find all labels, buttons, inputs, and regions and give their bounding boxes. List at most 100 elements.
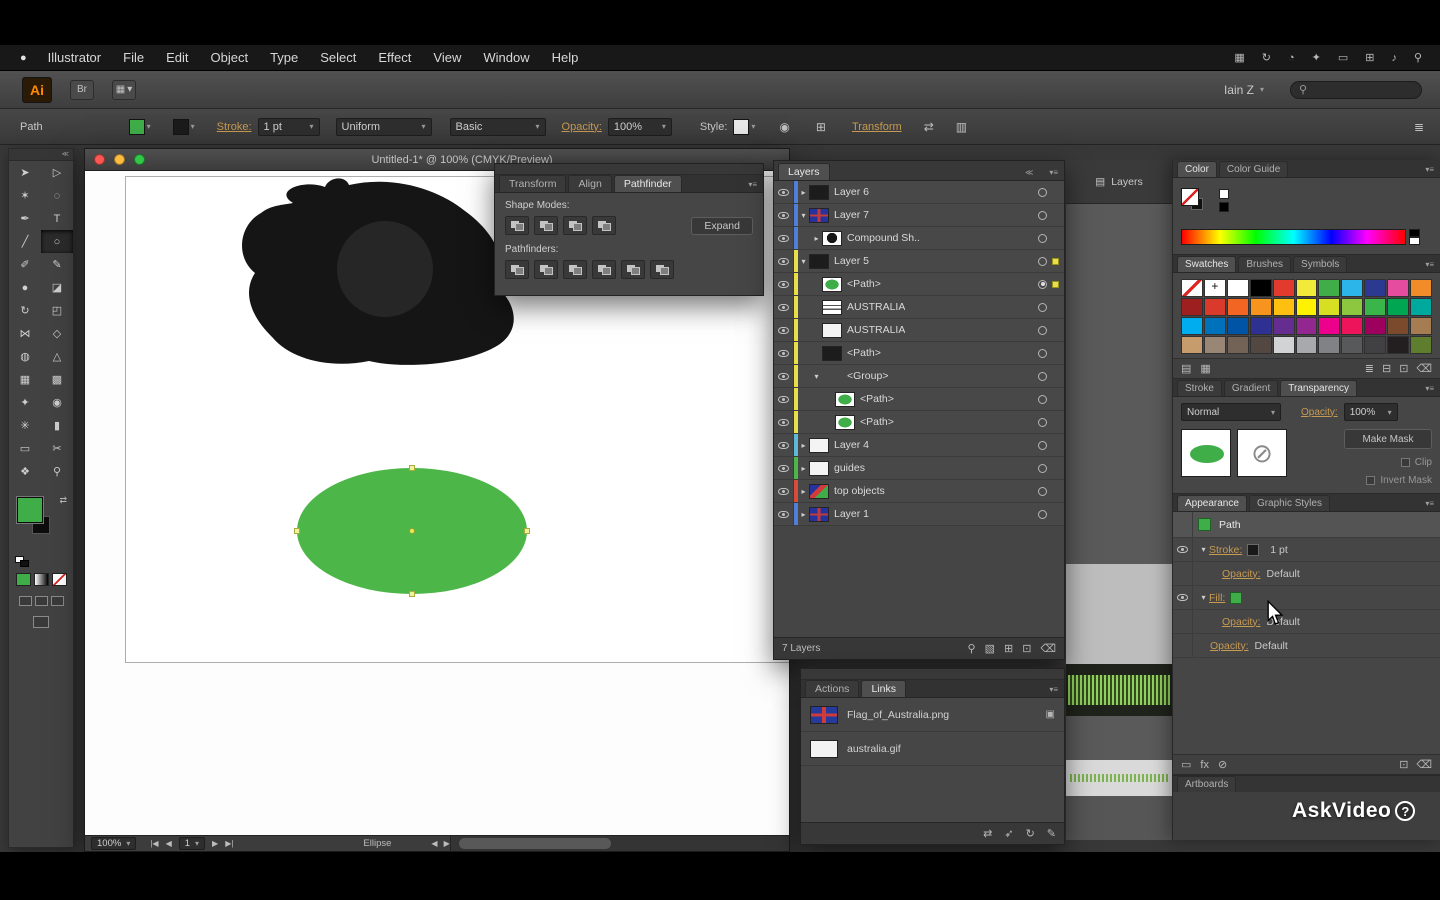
tab-pathfinder[interactable]: Pathfinder	[614, 175, 682, 192]
draw-inside-button[interactable]	[51, 596, 64, 606]
color-mode-button[interactable]	[16, 573, 31, 586]
pen-tool[interactable]: ✒	[9, 207, 41, 230]
add-effect-icon[interactable]: fx	[1200, 759, 1209, 771]
layer-row[interactable]: AUSTRALIA	[774, 296, 1064, 319]
menu-item[interactable]: File	[112, 50, 155, 65]
layer-thumbnail[interactable]	[809, 254, 829, 269]
visibility-toggle[interactable]	[774, 319, 794, 341]
tab-artboards[interactable]: Artboards	[1177, 776, 1236, 792]
mission-control-icon[interactable]: ⊞	[1365, 51, 1374, 64]
divide-icon[interactable]	[505, 260, 529, 279]
arrange-documents-button[interactable]: ▦▾	[112, 80, 136, 100]
expand-arrow-icon[interactable]: ▸	[811, 234, 822, 243]
swatch[interactable]	[1410, 298, 1432, 316]
layer-thumbnail[interactable]	[822, 300, 842, 315]
layer-row[interactable]: <Path>	[774, 411, 1064, 434]
layer-row[interactable]: <Path>	[774, 273, 1064, 296]
layer-row[interactable]: ▸ Layer 4	[774, 434, 1064, 457]
layer-thumbnail[interactable]	[809, 507, 829, 522]
panel-menu-icon[interactable]: ▾≡	[742, 180, 763, 192]
clip-checkbox[interactable]	[1401, 458, 1410, 467]
mask-thumbnail[interactable]: ⊘	[1237, 429, 1287, 477]
swatch[interactable]	[1318, 298, 1340, 316]
blend-tool[interactable]: ◉	[41, 391, 73, 414]
object-thumbnail[interactable]	[1181, 429, 1231, 477]
visibility-toggle[interactable]	[774, 434, 794, 456]
trim-icon[interactable]	[534, 260, 558, 279]
graph-options-icon[interactable]: ▥	[956, 120, 967, 134]
target-circle-icon[interactable]	[1038, 487, 1047, 496]
visibility-toggle[interactable]	[774, 457, 794, 479]
layer-name[interactable]: top objects	[834, 485, 885, 497]
swatch[interactable]	[1341, 317, 1363, 335]
appearance-stroke-opacity-row[interactable]: Opacity: Default	[1173, 562, 1440, 586]
layer-thumbnail[interactable]	[809, 438, 829, 453]
layer-row[interactable]: ▸ top objects	[774, 480, 1064, 503]
horizontal-scrollbar[interactable]	[450, 836, 789, 851]
visibility-toggle[interactable]	[774, 227, 794, 249]
layer-name[interactable]: Layer 5	[834, 255, 869, 267]
target-circle-icon[interactable]	[1038, 372, 1047, 381]
scrollbar-thumb[interactable]	[459, 838, 611, 849]
layer-name[interactable]: <Path>	[860, 416, 894, 428]
apple-menu-icon[interactable]: ●	[20, 52, 27, 64]
swatch[interactable]	[1341, 279, 1363, 297]
swatch[interactable]	[1318, 279, 1340, 297]
blend-mode-combo[interactable]: Normal ▾	[1181, 403, 1281, 421]
visibility-toggle[interactable]	[774, 365, 794, 387]
target-circle-icon[interactable]	[1038, 349, 1047, 358]
blob-brush-tool[interactable]: ●	[9, 276, 41, 299]
layer-thumbnail[interactable]	[822, 277, 842, 292]
fill-color-well[interactable]	[129, 119, 145, 135]
layer-name[interactable]: <Path>	[860, 393, 894, 405]
appearance-fill-opacity-row[interactable]: Opacity: Default	[1173, 610, 1440, 634]
panel-menu-icon[interactable]: ▾≡	[1043, 685, 1064, 697]
visibility-toggle[interactable]	[1173, 586, 1193, 609]
slice-tool[interactable]: ✂	[41, 437, 73, 460]
first-artboard-icon[interactable]: |◀	[150, 839, 158, 848]
stroke-color-well[interactable]	[173, 119, 189, 135]
swatch[interactable]	[1250, 279, 1272, 297]
panel-menu-icon[interactable]: ▾≡	[1043, 168, 1064, 180]
tab-align[interactable]: Align	[568, 175, 611, 192]
swatch[interactable]	[1181, 298, 1203, 316]
layer-row[interactable]: ▸ Layer 6	[774, 181, 1064, 204]
layer-name[interactable]: Layer 6	[834, 186, 869, 198]
swatch[interactable]	[1204, 279, 1226, 297]
fill-swatch[interactable]	[17, 497, 43, 523]
visibility-toggle[interactable]	[774, 342, 794, 364]
mesh-tool[interactable]: ▦	[9, 368, 41, 391]
zoom-button[interactable]	[134, 154, 145, 165]
exclude-icon[interactable]	[592, 216, 616, 235]
merge-icon[interactable]	[563, 260, 587, 279]
swatch[interactable]	[1341, 336, 1363, 354]
line-segment-tool[interactable]: ╱	[9, 230, 41, 253]
new-layer-icon[interactable]: ⊡	[1022, 642, 1031, 655]
graphic-style-well[interactable]	[733, 119, 749, 135]
swatch[interactable]	[1364, 279, 1386, 297]
bluetooth-icon[interactable]: ✦	[1312, 51, 1321, 64]
new-swatch-icon[interactable]: ⊡	[1399, 362, 1408, 375]
menu-item[interactable]: Effect	[367, 50, 422, 65]
tab-symbols[interactable]: Symbols	[1293, 256, 1347, 272]
layer-thumbnail[interactable]	[809, 461, 829, 476]
next-artboard-icon[interactable]: ▶	[212, 839, 218, 848]
collapse-icon[interactable]: ≪	[1019, 168, 1039, 180]
swatch[interactable]	[1227, 336, 1249, 354]
target-circle-icon[interactable]	[1038, 418, 1047, 427]
swatch[interactable]	[1341, 298, 1363, 316]
tab-color[interactable]: Color	[1177, 161, 1217, 177]
layer-row[interactable]: ▸ Compound Sh..	[774, 227, 1064, 250]
panel-menu-icon[interactable]: ▾≡	[1419, 384, 1440, 396]
layer-thumbnail[interactable]	[822, 346, 842, 361]
layer-name[interactable]: AUSTRALIA	[847, 301, 905, 313]
swatch[interactable]	[1250, 317, 1272, 335]
layer-thumbnail[interactable]	[809, 484, 829, 499]
panel-drag-bar[interactable]	[801, 669, 1064, 680]
stroke-attribute-link[interactable]: Stroke:	[1209, 544, 1242, 556]
minimize-button[interactable]	[114, 154, 125, 165]
type-tool[interactable]: T	[41, 207, 73, 230]
target-circle-icon[interactable]	[1038, 303, 1047, 312]
time-machine-icon[interactable]: ↻	[1262, 51, 1271, 64]
link-filename[interactable]: australia.gif	[847, 743, 901, 755]
